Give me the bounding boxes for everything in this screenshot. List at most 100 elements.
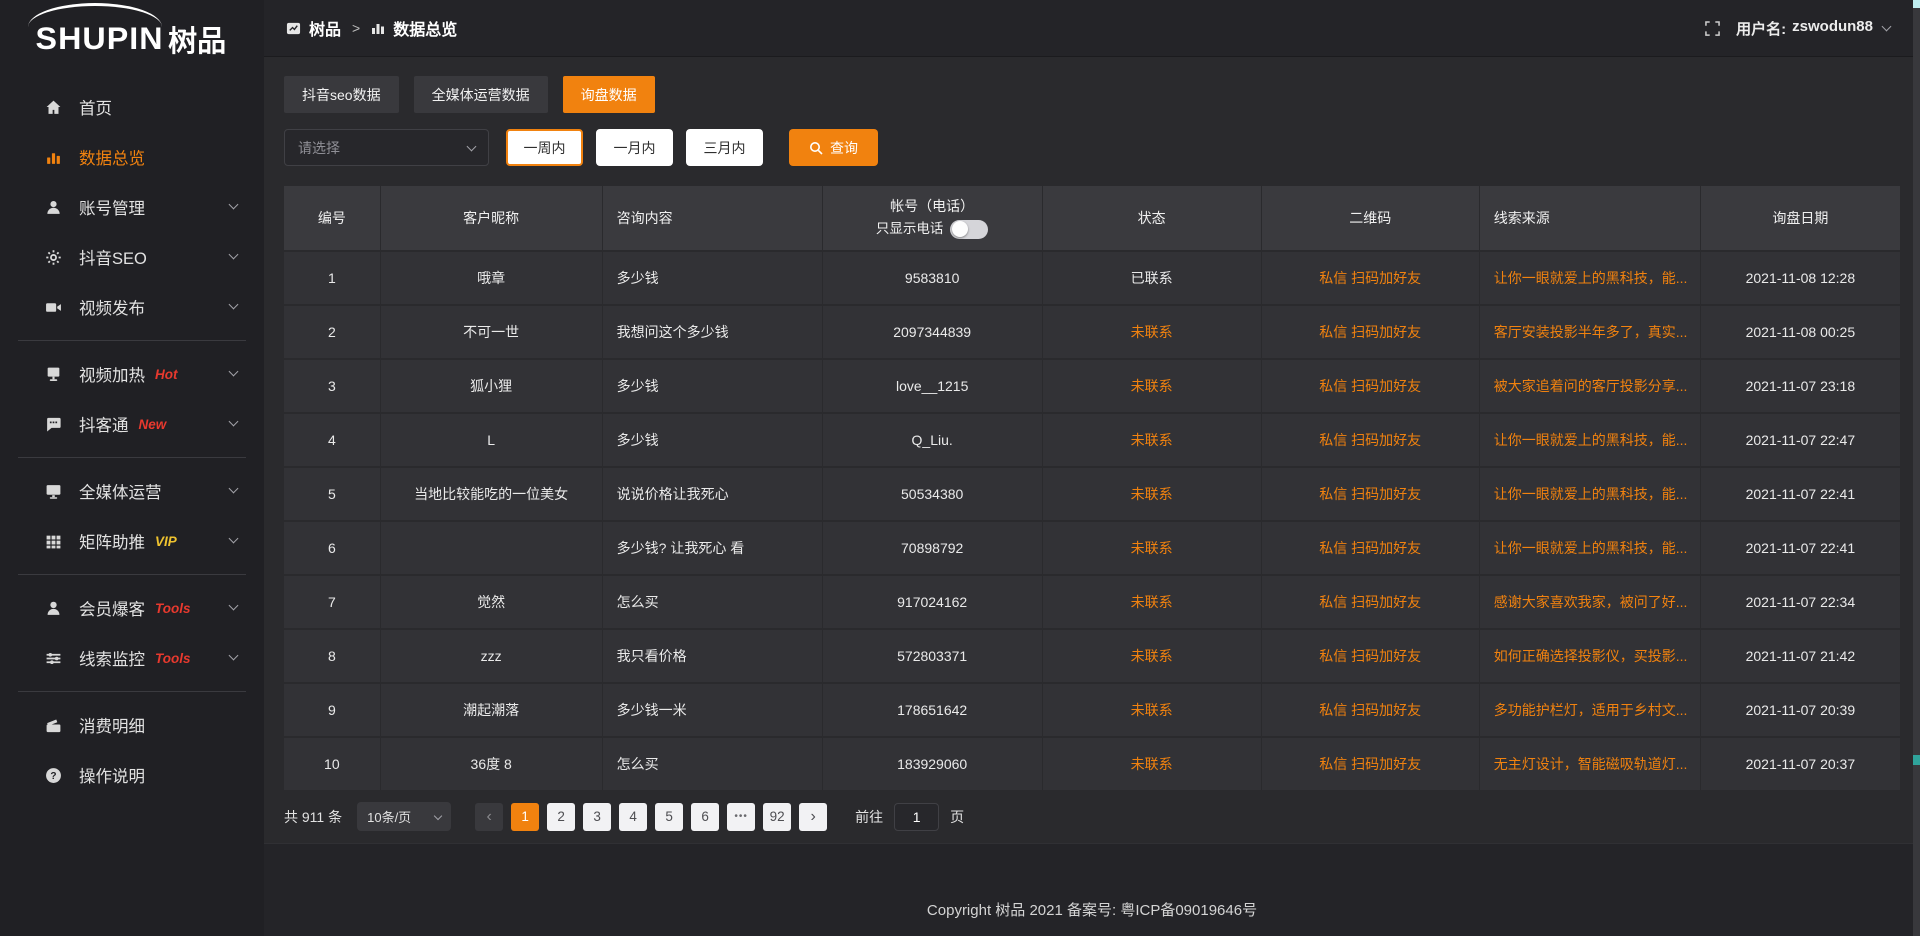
filter-select[interactable]: 请选择 <box>284 129 489 166</box>
cell-qr[interactable]: 私信 扫码加好友 <box>1262 684 1479 736</box>
sidebar-item-publish[interactable]: 视频发布 <box>0 282 264 332</box>
cell-source[interactable]: 让你一眼就爱上的黑科技，能... <box>1480 252 1700 304</box>
cell-source[interactable]: 感谢大家喜欢我家，被问了好... <box>1480 576 1700 628</box>
goto-page-input[interactable] <box>894 803 939 831</box>
cell-no: 9 <box>284 684 380 736</box>
pager: ‹ 123456 ••• 92 › <box>475 803 827 831</box>
period-button-1[interactable]: 一月内 <box>596 129 673 166</box>
scrollbar-mark-top <box>1913 0 1920 8</box>
cell-qr[interactable]: 私信 扫码加好友 <box>1262 360 1479 412</box>
sidebar-item-label: 矩阵助推 <box>79 529 145 553</box>
cell-source[interactable]: 让你一眼就爱上的黑科技，能... <box>1480 522 1700 574</box>
sidebar: SHUPIN 树品 首页数据总览账号管理抖音SEO 视频发布视频加热Hot抖客通N… <box>0 0 264 936</box>
breadcrumb: 树品 > 数据总览 <box>286 16 457 40</box>
cell-qr[interactable]: 私信 扫码加好友 <box>1262 306 1479 358</box>
breadcrumb-root[interactable]: 树品 <box>309 16 341 40</box>
next-page-button[interactable]: › <box>799 803 827 831</box>
user-chevron-down-icon[interactable] <box>1882 22 1892 32</box>
page-button-92[interactable]: 92 <box>763 803 791 831</box>
cell-qr[interactable]: 私信 扫码加好友 <box>1262 738 1479 790</box>
sidebar-item-label: 视频发布 <box>79 295 145 319</box>
sidebar-item-consume[interactable]: 消费明细 <box>0 700 264 750</box>
cell-source[interactable]: 如何正确选择投影仪，买投影... <box>1480 630 1700 682</box>
column-header: 二维码 <box>1262 186 1479 250</box>
prev-page-button[interactable]: ‹ <box>475 803 503 831</box>
page-size-select[interactable]: 10条/页 <box>357 802 451 831</box>
sidebar-item-seo[interactable]: 抖音SEO <box>0 232 264 282</box>
chevron-down-icon <box>434 811 442 819</box>
query-button[interactable]: 查询 <box>789 129 878 166</box>
cell-source[interactable]: 被大家追着问的客厅投影分享... <box>1480 360 1700 412</box>
username[interactable]: 用户名: zswodun88 <box>1736 18 1873 39</box>
cell-account: Q_Liu. <box>823 414 1042 466</box>
sidebar-item-label: 会员爆客 <box>79 596 145 620</box>
cell-account: 183929060 <box>823 738 1042 790</box>
column-header-label: 客户昵称 <box>463 208 519 228</box>
more-pages-button[interactable]: ••• <box>727 803 755 831</box>
sidebar-item-matrix[interactable]: 矩阵助推VIP <box>0 516 264 566</box>
phone-only-toggle[interactable] <box>950 220 988 239</box>
cell-qr[interactable]: 私信 扫码加好友 <box>1262 630 1479 682</box>
sidebar-item-overview[interactable]: 数据总览 <box>0 132 264 182</box>
page-button-2[interactable]: 2 <box>547 803 575 831</box>
cell-no: 8 <box>284 630 380 682</box>
chevron-down-icon <box>229 367 239 377</box>
data-tabs: 抖音seo数据全媒体运营数据询盘数据 <box>284 76 1900 113</box>
page-button-1[interactable]: 1 <box>511 803 539 831</box>
page-button-3[interactable]: 3 <box>583 803 611 831</box>
logo: SHUPIN 树品 <box>0 0 264 68</box>
column-header: 编号 <box>284 186 380 250</box>
page-button-6[interactable]: 6 <box>691 803 719 831</box>
cell-source[interactable]: 无主灯设计，智能磁吸轨道灯... <box>1480 738 1700 790</box>
cell-source[interactable]: 多功能护栏灯，适用于乡村文... <box>1480 684 1700 736</box>
tab-inquiry[interactable]: 询盘数据 <box>563 76 655 113</box>
cell-qr[interactable]: 私信 扫码加好友 <box>1262 576 1479 628</box>
chat-icon <box>45 416 64 433</box>
sidebar-item-media[interactable]: 全媒体运营 <box>0 466 264 516</box>
cell-nickname <box>381 522 602 574</box>
cell-source[interactable]: 让你一眼就爱上的黑科技，能... <box>1480 414 1700 466</box>
sidebar-item-member[interactable]: 会员爆客 Tools <box>0 583 264 633</box>
sidebar-item-help[interactable]: ?操作说明 <box>0 750 264 800</box>
cell-status: 未联系 <box>1043 522 1261 574</box>
cell-account: 917024162 <box>823 576 1042 628</box>
cell-source[interactable]: 客厅安装投影半年多了，真实... <box>1480 306 1700 358</box>
cell-date: 2021-11-07 22:47 <box>1701 414 1900 466</box>
cell-date: 2021-11-07 23:18 <box>1701 360 1900 412</box>
sidebar-item-home[interactable]: 首页 <box>0 82 264 132</box>
username-label: 用户名: <box>1736 18 1786 39</box>
sidebar-item-heat[interactable]: 视频加热Hot <box>0 349 264 399</box>
cell-source[interactable]: 让你一眼就爱上的黑科技，能... <box>1480 468 1700 520</box>
sidebar-item-douketong[interactable]: 抖客通New <box>0 399 264 449</box>
scrollbar[interactable] <box>1913 0 1920 936</box>
column-header-label: 状态 <box>1138 208 1166 228</box>
toggle-knob <box>952 221 968 237</box>
cell-no: 1 <box>284 252 380 304</box>
cell-qr[interactable]: 私信 扫码加好友 <box>1262 252 1479 304</box>
cell-date: 2021-11-07 22:41 <box>1701 522 1900 574</box>
phone-only-toggle-label: 只显示电话 <box>876 219 944 240</box>
sidebar-item-account[interactable]: 账号管理 <box>0 182 264 232</box>
cell-qr[interactable]: 私信 扫码加好友 <box>1262 414 1479 466</box>
page-size-value: 10条/页 <box>367 807 411 826</box>
cell-content: 多少钱一米 <box>603 684 822 736</box>
tab-media-ops[interactable]: 全媒体运营数据 <box>414 76 548 113</box>
sidebar-item-label: 线索监控 <box>79 646 145 670</box>
period-button-0[interactable]: 一周内 <box>506 129 583 166</box>
cell-qr[interactable]: 私信 扫码加好友 <box>1262 468 1479 520</box>
chevron-down-icon <box>229 484 239 494</box>
sidebar-item-clue[interactable]: 线索监控Tools <box>0 633 264 683</box>
sidebar-item-badge: Tools <box>155 601 191 616</box>
fullscreen-icon[interactable] <box>1705 21 1720 36</box>
cell-qr[interactable]: 私信 扫码加好友 <box>1262 522 1479 574</box>
cell-no: 6 <box>284 522 380 574</box>
tab-douyin-seo[interactable]: 抖音seo数据 <box>284 76 399 113</box>
sidebar-item-label: 全媒体运营 <box>79 479 162 503</box>
cell-content: 多少钱 <box>603 252 822 304</box>
gear-icon <box>45 249 64 266</box>
page-button-5[interactable]: 5 <box>655 803 683 831</box>
wallet-icon <box>45 717 64 734</box>
period-button-2[interactable]: 三月内 <box>686 129 763 166</box>
page-button-4[interactable]: 4 <box>619 803 647 831</box>
cell-date: 2021-11-07 21:42 <box>1701 630 1900 682</box>
